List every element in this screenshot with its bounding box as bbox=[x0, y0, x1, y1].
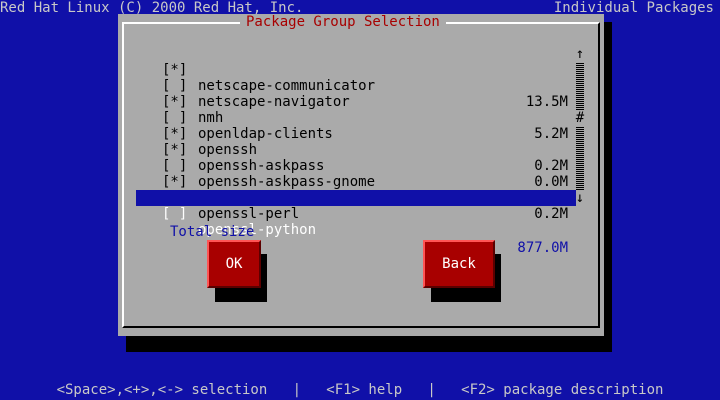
total-size-value: 877.0M bbox=[517, 240, 568, 256]
total-size-label: Total size bbox=[170, 224, 255, 240]
scroll-track[interactable] bbox=[576, 62, 584, 190]
package-group-dialog: Package Group Selection [*] netscape-com… bbox=[118, 14, 604, 336]
package-row-selected[interactable]: [ ] openssl-python bbox=[136, 190, 576, 238]
ok-button[interactable]: OK bbox=[207, 240, 261, 288]
keyboard-hint-bar: <Space>,<+>,<-> selection | <F1> help | … bbox=[56, 382, 664, 398]
package-row[interactable]: [ ] openssh-askpass-gnome bbox=[136, 142, 576, 190]
package-row[interactable]: [ ] openldap-clients bbox=[136, 94, 576, 142]
package-row[interactable]: [*] netscape-communicator 13.5M bbox=[136, 46, 576, 110]
package-row[interactable]: [*] openssh-clients 0.2M bbox=[136, 158, 576, 222]
package-list[interactable]: [*] netscape-communicator 13.5M [ ] nets… bbox=[136, 46, 576, 238]
total-size-row: Total size 877.0M bbox=[136, 208, 576, 256]
ok-button-label: OK bbox=[225, 256, 243, 272]
package-row[interactable]: [*] openssh-askpass 0.0M bbox=[136, 126, 576, 190]
package-row[interactable]: [*] openssh 0.2M bbox=[136, 110, 576, 174]
package-list-scrollbar[interactable]: ↑ # ↓ bbox=[574, 46, 586, 206]
scroll-up-arrow-icon[interactable]: ↑ bbox=[574, 46, 586, 62]
back-button[interactable]: Back bbox=[423, 240, 495, 288]
package-row[interactable]: [*] nmh 5.2M bbox=[136, 78, 576, 142]
scroll-down-arrow-icon[interactable]: ↓ bbox=[574, 190, 586, 206]
package-row[interactable]: [ ] netscape-navigator bbox=[136, 62, 576, 110]
back-button-label: Back bbox=[442, 256, 476, 272]
scroll-thumb[interactable]: # bbox=[574, 110, 586, 126]
package-row[interactable]: [ ] openssl-perl bbox=[136, 174, 576, 222]
dialog-title: Package Group Selection bbox=[240, 14, 446, 30]
